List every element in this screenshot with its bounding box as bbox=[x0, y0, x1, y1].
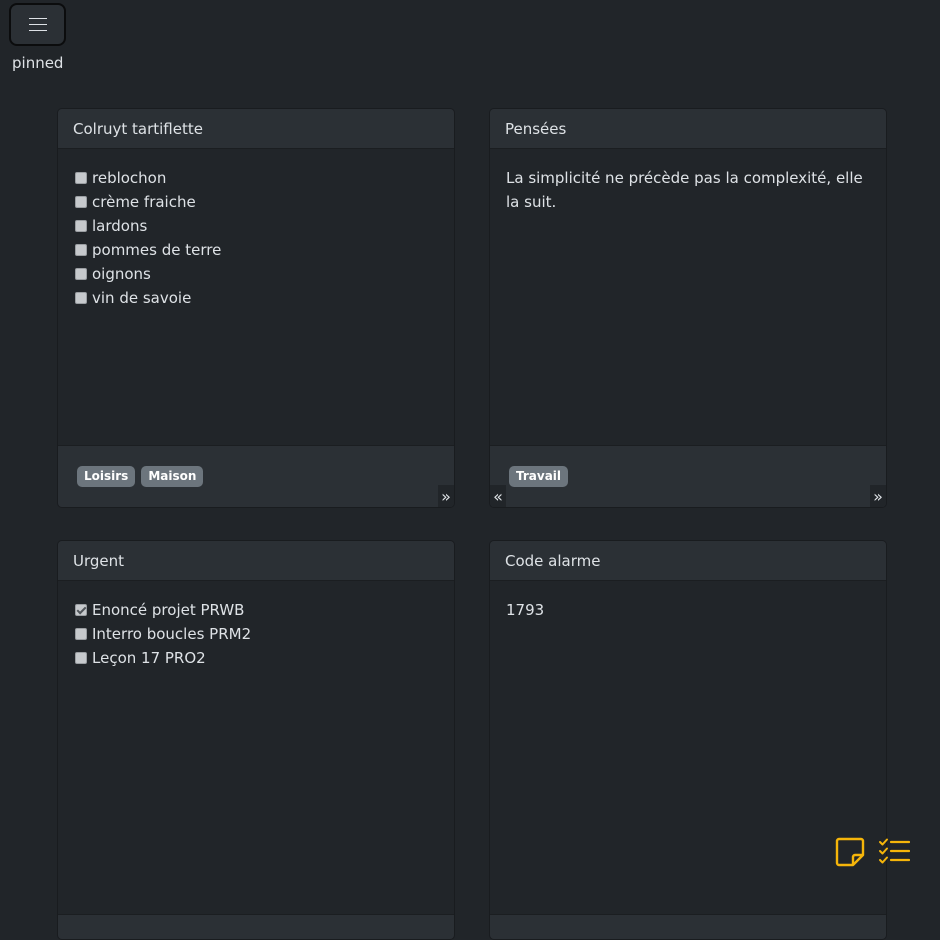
checkbox[interactable] bbox=[75, 292, 87, 304]
checkbox[interactable] bbox=[75, 244, 87, 256]
move-left-button[interactable]: « bbox=[490, 485, 506, 507]
checklist-item: vin de savoie bbox=[74, 286, 438, 310]
card-title: Urgent bbox=[58, 541, 454, 581]
note-card[interactable]: Code alarme 1793 bbox=[489, 540, 887, 940]
checklist-item-label: oignons bbox=[92, 265, 151, 283]
checklist-item: Leçon 17 PRO2 bbox=[74, 646, 438, 670]
checklist-item: lardons bbox=[74, 214, 438, 238]
card-body: 1793 bbox=[490, 581, 886, 877]
double-chevron-left-icon: « bbox=[493, 486, 503, 506]
card-footer bbox=[58, 914, 454, 939]
checklist-item-label: Enoncé projet PRWB bbox=[92, 601, 245, 619]
checklist-item: Interro boucles PRM2 bbox=[74, 622, 438, 646]
note-text: 1793 bbox=[506, 601, 545, 619]
note-card[interactable]: Colruyt tartiflette reblochon crème frai… bbox=[57, 108, 455, 508]
checkbox[interactable] bbox=[75, 652, 87, 664]
section-label: pinned bbox=[12, 54, 64, 72]
checklist-icon[interactable] bbox=[878, 838, 910, 866]
checklist-item-label: lardons bbox=[92, 217, 148, 235]
checkbox[interactable] bbox=[75, 268, 87, 280]
note-text: La simplicité ne précède pas la complexi… bbox=[506, 169, 863, 211]
checklist-item-label: vin de savoie bbox=[92, 289, 192, 307]
action-icons bbox=[834, 836, 910, 868]
double-chevron-right-icon: » bbox=[441, 486, 451, 506]
card-footer: Travail « » bbox=[490, 445, 886, 507]
sticky-note-icon[interactable] bbox=[834, 836, 866, 868]
tag-badge: Maison bbox=[141, 466, 204, 487]
card-title: Code alarme bbox=[490, 541, 886, 581]
card-body: La simplicité ne précède pas la complexi… bbox=[490, 149, 886, 445]
checklist-item-label: reblochon bbox=[92, 169, 167, 187]
tag-list: Travail bbox=[509, 466, 569, 487]
note-card[interactable]: Pensées La simplicité ne précède pas la … bbox=[489, 108, 887, 508]
checklist-item: oignons bbox=[74, 262, 438, 286]
card-title: Pensées bbox=[490, 109, 886, 149]
checkbox[interactable] bbox=[75, 172, 87, 184]
checkbox[interactable] bbox=[75, 220, 87, 232]
note-card[interactable]: Urgent Enoncé projet PRWB Interro boucle… bbox=[57, 540, 455, 940]
move-right-button[interactable]: » bbox=[870, 485, 886, 507]
checklist-item: Enoncé projet PRWB bbox=[74, 598, 438, 622]
card-footer bbox=[490, 914, 886, 939]
checklist-item-label: crème fraiche bbox=[92, 193, 196, 211]
tag-list: Loisirs Maison bbox=[77, 466, 204, 487]
checklist-item: reblochon bbox=[74, 166, 438, 190]
card-footer: Loisirs Maison » bbox=[58, 445, 454, 507]
double-chevron-right-icon: » bbox=[873, 486, 883, 506]
tag-badge: Loisirs bbox=[77, 466, 136, 487]
hamburger-icon bbox=[28, 17, 47, 32]
checklist-item-label: pommes de terre bbox=[92, 241, 222, 259]
checklist-item-label: Leçon 17 PRO2 bbox=[92, 649, 206, 667]
card-title: Colruyt tartiflette bbox=[58, 109, 454, 149]
move-right-button[interactable]: » bbox=[438, 485, 454, 507]
checkbox[interactable] bbox=[75, 628, 87, 640]
checkbox[interactable] bbox=[75, 196, 87, 208]
card-body: reblochon crème fraiche lardons pommes d… bbox=[58, 149, 454, 445]
tag-badge: Travail bbox=[509, 466, 569, 487]
card-body: Enoncé projet PRWB Interro boucles PRM2 … bbox=[58, 581, 454, 877]
checklist-item-label: Interro boucles PRM2 bbox=[92, 625, 252, 643]
checklist-item: crème fraiche bbox=[74, 190, 438, 214]
checklist-item: pommes de terre bbox=[74, 238, 438, 262]
checkbox[interactable] bbox=[75, 604, 87, 616]
menu-button[interactable] bbox=[9, 3, 66, 46]
